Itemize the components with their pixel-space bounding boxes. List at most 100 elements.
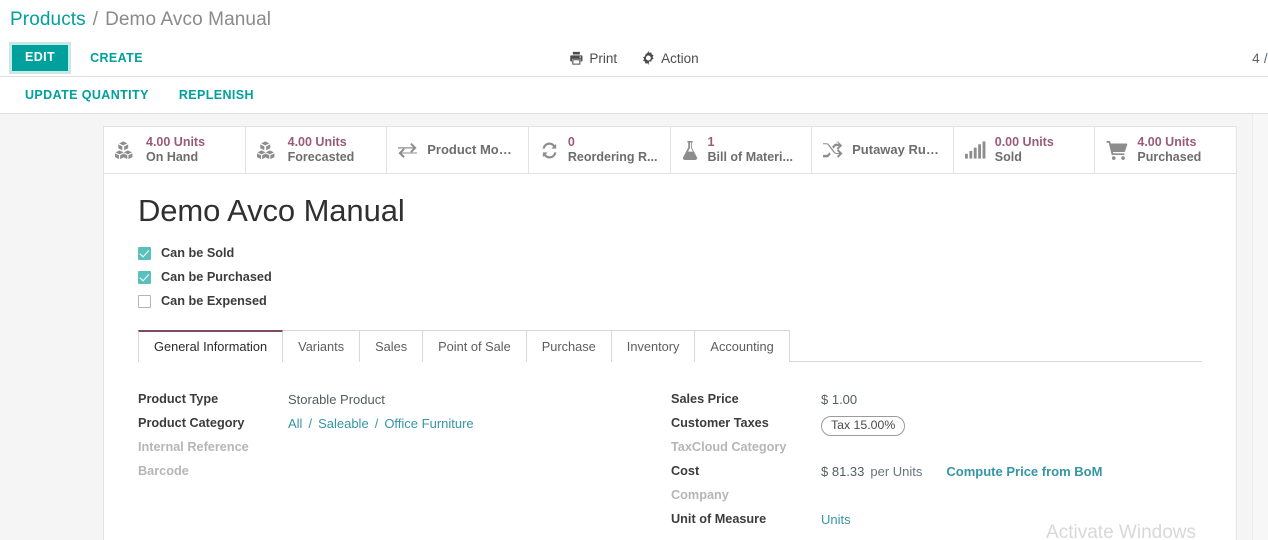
control-panel-menus: Print Action [569,51,698,66]
smart-button-label: Product Moves [427,142,517,157]
smart-button-text: 0.00 Units Sold [995,135,1054,165]
cost-label: Cost [671,461,821,478]
smart-button-value: 0.00 Units [995,135,1054,150]
can-be-purchased-checkbox[interactable] [138,271,151,284]
field-taxcloud-category: TaxCloud Category [671,437,1202,461]
breadcrumb-separator: / [93,9,98,31]
page-title: Demo Avco Manual [138,194,1202,228]
pager[interactable]: 4 / [1252,51,1268,66]
cubes-icon [257,141,279,160]
smart-button-label: Purchased [1137,150,1201,165]
can-be-sold-label: Can be Sold [161,246,234,260]
field-customer-taxes: Customer Taxes Tax 15.00% [671,413,1202,437]
smart-button-text: Product Moves [427,142,517,157]
replenish-button[interactable]: REPLENISH [179,84,254,106]
exchange-icon [398,142,418,159]
smart-button-text: Putaway Rules [852,142,942,157]
action-menu-label: Action [661,51,699,66]
fields-left-column: Product Type Storable Product Product Ca… [138,389,670,533]
update-quantity-button[interactable]: UPDATE QUANTITY [25,84,149,106]
general-information-fields: Product Type Storable Product Product Ca… [138,389,1202,533]
edit-button[interactable]: EDIT [12,45,68,71]
category-part-saleable[interactable]: Saleable [318,416,369,431]
tab-point-of-sale[interactable]: Point of Sale [422,330,527,362]
form-content: Demo Avco Manual Can be Sold Can be Purc… [104,174,1236,533]
bar-chart-icon [965,141,986,159]
smart-button-on-hand[interactable]: 4.00 Units On Hand [104,127,246,173]
tab-variants[interactable]: Variants [282,330,360,362]
gear-icon [641,51,655,65]
create-button[interactable]: CREATE [86,45,147,71]
field-product-category: Product Category All / Saleable / Office… [138,413,640,437]
field-company: Company [671,485,1202,509]
control-panel: EDIT CREATE Print Action 4 / [0,40,1268,77]
shuffle-icon [823,141,843,159]
breadcrumb-current: Demo Avco Manual [105,9,271,31]
category-separator: / [375,416,379,431]
tab-general-information[interactable]: General Information [138,330,283,362]
compute-price-from-bom-button[interactable]: Compute Price from BoM [946,464,1102,479]
form-view-body: 4.00 Units On Hand 4.00 Units Forecasted [0,114,1268,540]
record-action-bar: UPDATE QUANTITY REPLENISH [0,77,1268,114]
sales-price-value[interactable]: $ 1.00 [821,389,857,407]
tab-accounting[interactable]: Accounting [694,330,789,362]
smart-button-sold[interactable]: 0.00 Units Sold [954,127,1096,173]
smart-button-label: Bill of Materi... [708,150,793,165]
vertical-scrollbar[interactable] [1252,114,1268,540]
product-type-value[interactable]: Storable Product [288,389,385,407]
smart-button-text: 4.00 Units Purchased [1137,135,1201,165]
can-be-sold-checkbox[interactable] [138,247,151,260]
notebook-tabs: General Information Variants Sales Point… [138,330,1202,362]
tab-sales[interactable]: Sales [359,330,423,362]
smart-button-bill-of-materials[interactable]: 1 Bill of Materi... [671,127,813,173]
breadcrumb-root-link[interactable]: Products [10,9,86,31]
barcode-label: Barcode [138,461,288,478]
taxcloud-category-label: TaxCloud Category [671,437,821,454]
cost-value[interactable]: $ 81.33 [821,464,864,479]
smart-button-text: 0 Reordering R... [568,135,658,165]
tax-tag[interactable]: Tax 15.00% [821,416,905,436]
fields-right-column: Sales Price $ 1.00 Customer Taxes Tax 15… [670,389,1202,533]
tab-purchase[interactable]: Purchase [526,330,612,362]
smart-button-text: 4.00 Units Forecasted [288,135,355,165]
product-category-value[interactable]: All / Saleable / Office Furniture [288,413,474,431]
action-menu[interactable]: Action [641,51,699,66]
sales-price-label: Sales Price [671,389,821,406]
can-be-expensed-label: Can be Expensed [161,294,267,308]
can-be-purchased-label: Can be Purchased [161,270,272,284]
print-menu[interactable]: Print [569,51,617,66]
field-internal-reference: Internal Reference [138,437,640,461]
checkbox-row-can-be-purchased: Can be Purchased [138,265,1202,289]
field-unit-of-measure: Unit of Measure Units [671,509,1202,533]
category-part-all[interactable]: All [288,416,302,431]
tab-inventory[interactable]: Inventory [611,330,696,362]
smart-button-text: 1 Bill of Materi... [708,135,793,165]
smart-button-reordering-rules[interactable]: 0 Reordering R... [529,127,671,173]
checkbox-row-can-be-sold: Can be Sold [138,241,1202,265]
product-category-label: Product Category [138,413,288,430]
field-barcode: Barcode [138,461,640,485]
can-be-expensed-checkbox[interactable] [138,295,151,308]
checkbox-row-can-be-expensed: Can be Expensed [138,289,1202,313]
field-product-type: Product Type Storable Product [138,389,640,413]
smart-button-value: 0 [568,135,658,150]
field-cost: Cost $ 81.33 per Units Compute Price fro… [671,461,1202,485]
unit-of-measure-value[interactable]: Units [821,509,851,527]
customer-taxes-value[interactable]: Tax 15.00% [821,413,905,436]
smart-button-purchased[interactable]: 4.00 Units Purchased [1095,127,1236,173]
smart-button-putaway-rules[interactable]: Putaway Rules [812,127,954,173]
category-separator: / [308,416,312,431]
smart-button-label: Forecasted [288,150,355,165]
smart-button-value: 4.00 Units [146,135,205,150]
company-label: Company [671,485,821,502]
smart-button-forecasted[interactable]: 4.00 Units Forecasted [246,127,388,173]
print-menu-label: Print [589,51,617,66]
smart-button-label: Sold [995,150,1054,165]
cost-unit-suffix: per Units [870,464,922,479]
smart-button-label: On Hand [146,150,205,165]
shopping-cart-icon [1106,141,1128,160]
cubes-icon [115,141,137,160]
category-part-office-furniture[interactable]: Office Furniture [384,416,473,431]
breadcrumb: Products / Demo Avco Manual [0,0,1268,40]
smart-button-product-moves[interactable]: Product Moves [387,127,529,173]
